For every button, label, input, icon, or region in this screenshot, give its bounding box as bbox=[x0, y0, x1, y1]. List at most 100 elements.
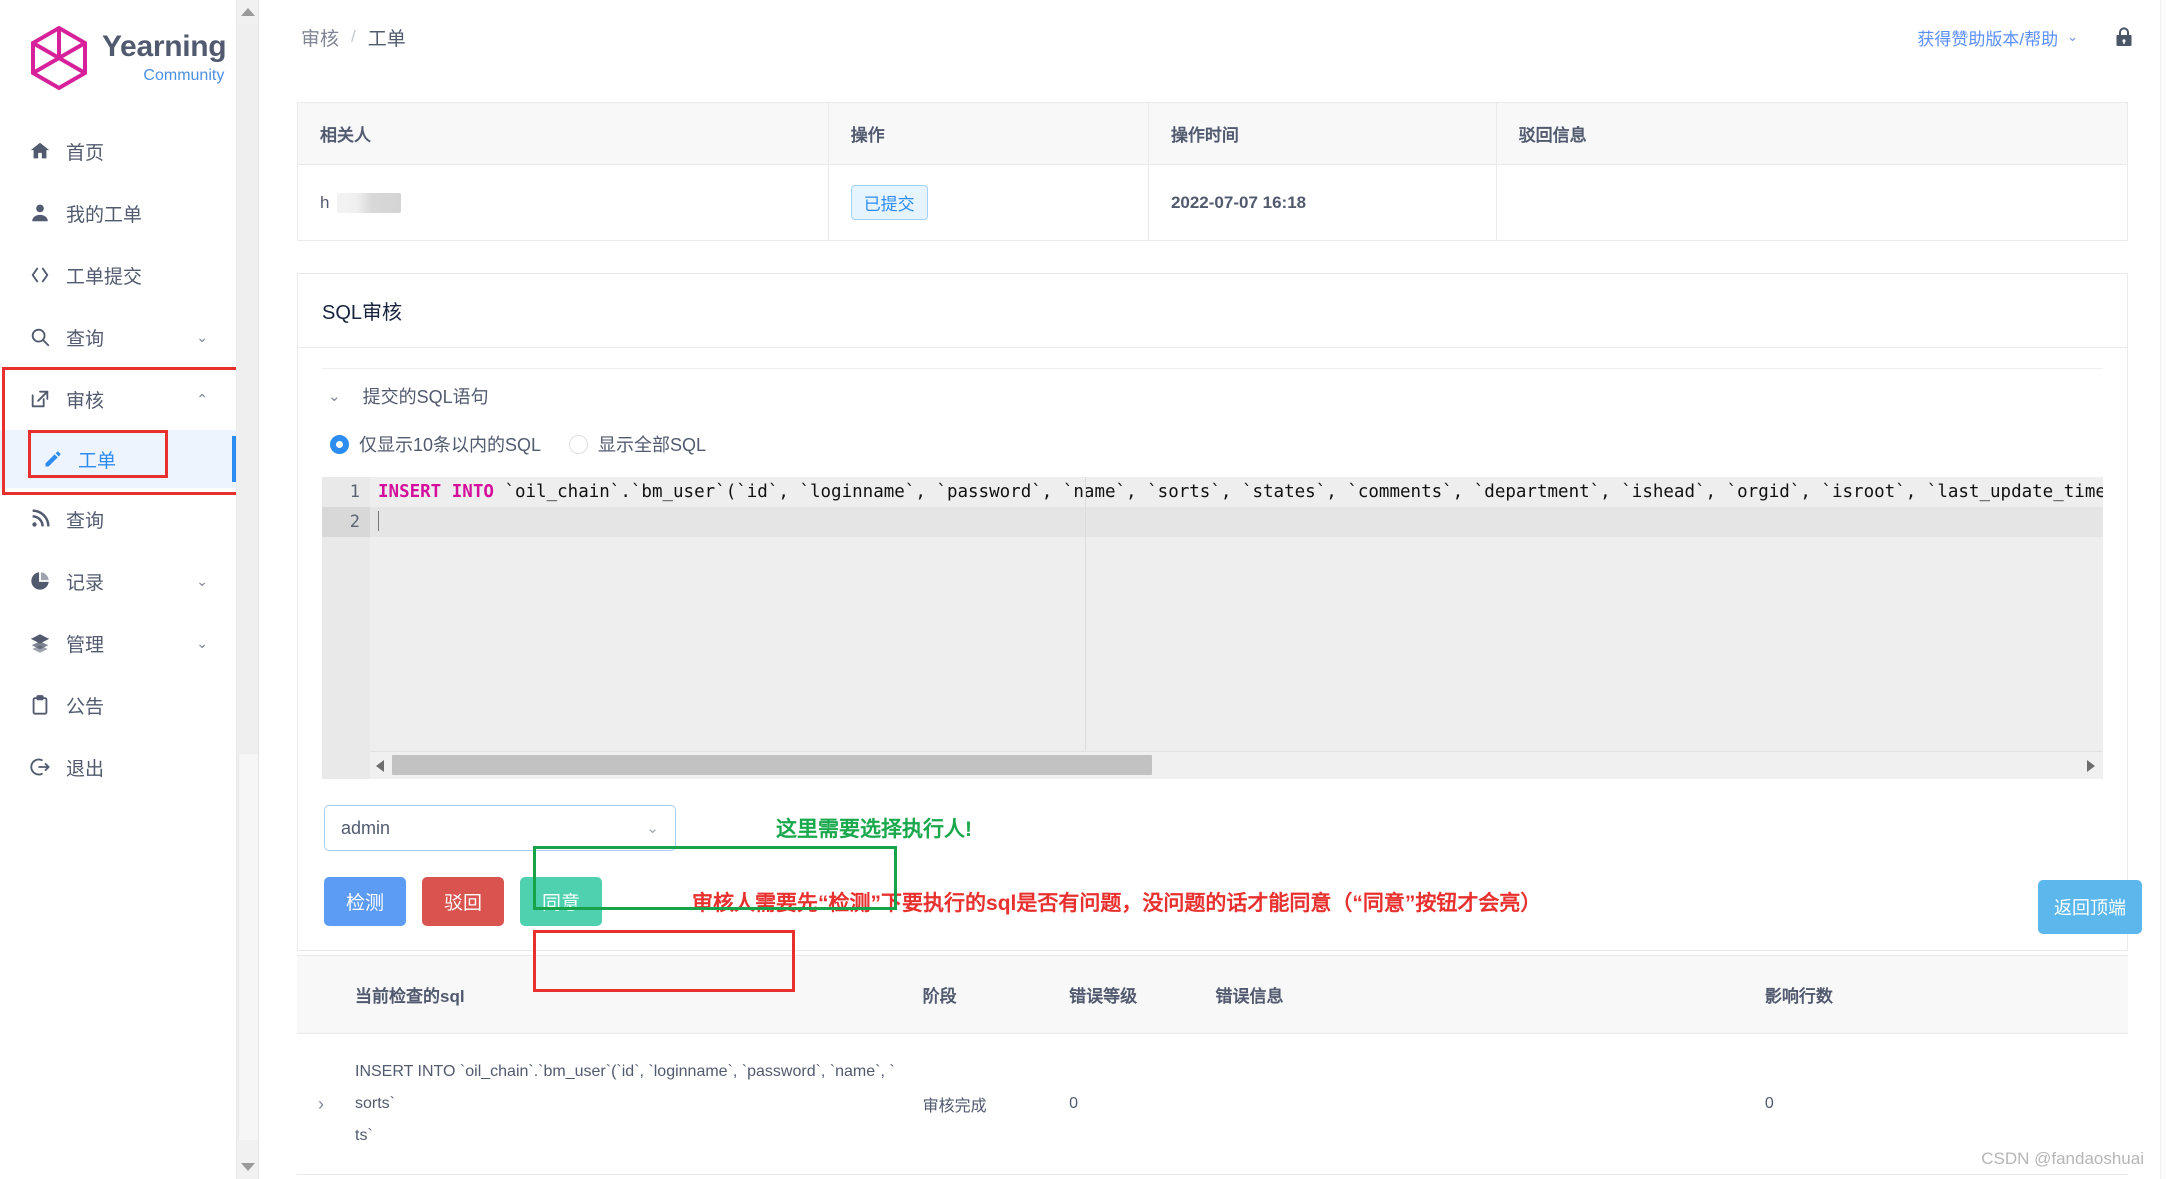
scroll-down-arrow-icon[interactable] bbox=[241, 1163, 255, 1171]
editor-gutter: 1 2 bbox=[322, 477, 370, 779]
brand-title: Yearning bbox=[102, 30, 227, 63]
sidebar-item-audit[interactable]: 审核 ⌃ bbox=[0, 368, 236, 430]
result-col-affected-rows: 影响行数 bbox=[1754, 955, 2128, 1034]
hexagon-cube-logo-icon bbox=[28, 25, 90, 91]
scroll-up-arrow-icon[interactable] bbox=[241, 8, 255, 16]
editor-column-guide bbox=[1085, 477, 1086, 751]
history-col-action: 操作 bbox=[828, 102, 1149, 165]
breadcrumb-parent[interactable]: 审核 bbox=[301, 24, 339, 51]
editor-code-area[interactable]: INSERT INTO `oil_chain`.`bm_user`(`id`, … bbox=[370, 477, 2103, 751]
reject-button[interactable]: 驳回 bbox=[422, 877, 505, 926]
result-col-sql: 当前检查的sql bbox=[345, 955, 913, 1034]
sidebar-item-label: 审核 bbox=[66, 390, 105, 412]
sponsor-help-menu[interactable]: 获得赞助版本/帮助 ⌄ bbox=[1917, 25, 2078, 50]
scroll-right-arrow-icon[interactable] bbox=[2087, 760, 2095, 772]
layers-icon bbox=[28, 631, 52, 655]
result-col-error-msg: 错误信息 bbox=[1205, 955, 1755, 1034]
result-cell-stage: 审核完成 bbox=[912, 1033, 1060, 1175]
status-badge: 已提交 bbox=[850, 185, 928, 220]
person-name-prefix: h bbox=[320, 192, 330, 212]
sidebar-item-submit-ticket[interactable]: 工单提交 bbox=[0, 244, 236, 306]
annotation-select-executor: 这里需要选择执行人! bbox=[776, 818, 972, 841]
history-cell-reject-info bbox=[1496, 164, 2129, 241]
top-bar-right: 获得赞助版本/帮助 ⌄ bbox=[1917, 24, 2136, 50]
text-caret bbox=[378, 511, 379, 531]
main-scrollbar[interactable] bbox=[2160, 0, 2166, 1179]
result-sql-text: INSERT INTO `oil_chain`.`bm_user`(`id`, … bbox=[355, 1063, 895, 1112]
sql-keyword: INSERT INTO bbox=[378, 482, 494, 502]
top-bar: 审核 / 工单 获得赞助版本/帮助 ⌄ bbox=[259, 0, 2166, 74]
sidebar-subitem-label: 工单 bbox=[78, 450, 117, 472]
table-row: h 已提交 2022-07-07 16:18 bbox=[297, 164, 2129, 241]
result-cell-error-msg bbox=[1205, 1033, 1755, 1175]
action-button-row: 检测 驳回 同意 审核人需要先“检测”下要执行的sql是否有问题，没问题的话才能… bbox=[322, 851, 2103, 950]
sidebar-nav: 首页 我的工单 工单提交 查询 ⌄ 审核 ⌃ 工单 查询 记录 ⌄ 管理 ⌄ 公… bbox=[0, 104, 236, 798]
sql-audit-panel-title: SQL审核 bbox=[298, 274, 2127, 348]
row-expander-icon[interactable]: › bbox=[297, 1033, 345, 1175]
radio-show-10-sql[interactable]: 仅显示10条以内的SQL bbox=[330, 431, 541, 457]
sidebar-item-home[interactable]: 首页 bbox=[0, 120, 236, 182]
editor-line-number: 2 bbox=[322, 507, 370, 537]
chevron-up-icon: ⌃ bbox=[196, 391, 208, 407]
result-col-stage: 阶段 bbox=[912, 955, 1060, 1034]
submitted-sql-collapse[interactable]: ⌄ 提交的SQL语句 bbox=[322, 368, 2103, 425]
result-col-expander bbox=[297, 955, 345, 1034]
history-cell-time: 2022-07-07 16:18 bbox=[1148, 164, 1497, 241]
radio-dot-icon bbox=[569, 434, 589, 454]
sidebar-item-label: 公告 bbox=[66, 696, 105, 718]
sidebar-item-label: 查询 bbox=[66, 328, 105, 350]
rss-icon bbox=[28, 507, 52, 531]
sidebar-item-query[interactable]: 查询 ⌄ bbox=[0, 306, 236, 368]
executor-select-value: admin bbox=[341, 817, 391, 838]
sql-audit-panel: SQL审核 ⌄ 提交的SQL语句 仅显示10条以内的SQL 显示全部SQL 1 … bbox=[297, 273, 2128, 951]
scroll-left-arrow-icon[interactable] bbox=[376, 760, 384, 772]
pie-chart-icon bbox=[28, 569, 52, 593]
logout-icon bbox=[28, 755, 52, 779]
radio-show-all-sql[interactable]: 显示全部SQL bbox=[569, 431, 706, 457]
breadcrumb: 审核 / 工单 bbox=[301, 24, 406, 51]
editor-code-line-1: INSERT INTO `oil_chain`.`bm_user`(`id`, … bbox=[370, 477, 2103, 507]
search-icon bbox=[28, 325, 52, 349]
history-col-reject-info: 驳回信息 bbox=[1496, 102, 2129, 165]
editor-code-line-2 bbox=[370, 507, 2103, 537]
sidebar-item-announcement[interactable]: 公告 bbox=[0, 674, 236, 736]
result-sql-text-tail: ts` bbox=[355, 1127, 373, 1144]
result-table-card: 当前检查的sql 阶段 错误等级 错误信息 影响行数 › INSERT INTO… bbox=[297, 955, 2128, 1175]
history-table: 相关人 操作 操作时间 驳回信息 h 已提交 2022-07-07 16:18 bbox=[297, 102, 2129, 241]
chevron-down-icon: ⌄ bbox=[196, 329, 208, 345]
radio-dot-selected-icon bbox=[330, 434, 349, 454]
table-row: › INSERT INTO `oil_chain`.`bm_user`(`id`… bbox=[297, 1033, 2128, 1175]
sidebar-item-management[interactable]: 管理 ⌄ bbox=[0, 612, 236, 674]
check-button[interactable]: 检测 bbox=[324, 877, 407, 926]
watermark: CSDN @fandaoshuai bbox=[1981, 1149, 2144, 1168]
editor-hscroll-thumb[interactable] bbox=[392, 755, 1152, 775]
app-root: Yearning Community 首页 我的工单 工单提交 查询 ⌄ 审核 … bbox=[0, 0, 2166, 1179]
sidebar-item-my-tickets[interactable]: 我的工单 bbox=[0, 182, 236, 244]
sidebar-item-query-rss[interactable]: 查询 bbox=[0, 488, 236, 550]
sql-display-radio-group: 仅显示10条以内的SQL 显示全部SQL bbox=[322, 425, 2103, 469]
sidebar-item-label: 管理 bbox=[66, 634, 105, 656]
sidebar-scrollbar-thumb[interactable] bbox=[238, 24, 258, 754]
executor-select[interactable]: admin ⌄ bbox=[324, 805, 676, 851]
brand-text: Yearning Community bbox=[102, 30, 227, 84]
clipboard-icon bbox=[28, 693, 52, 717]
back-to-top-button[interactable]: 返回顶端 bbox=[2038, 880, 2142, 934]
submitted-sql-collapse-label: 提交的SQL语句 bbox=[362, 387, 489, 407]
sidebar-item-records[interactable]: 记录 ⌄ bbox=[0, 550, 236, 612]
breadcrumb-current: 工单 bbox=[367, 28, 406, 50]
sidebar-scrollbar[interactable] bbox=[237, 0, 259, 1179]
agree-button[interactable]: 同意 bbox=[520, 877, 603, 926]
chevron-down-icon: ⌄ bbox=[196, 635, 208, 651]
sidebar-item-label: 查询 bbox=[66, 510, 105, 532]
editor-horizontal-scrollbar[interactable] bbox=[370, 751, 2103, 779]
sidebar-item-label: 记录 bbox=[66, 572, 105, 594]
history-cell-person: h bbox=[297, 164, 829, 241]
sidebar-item-logout[interactable]: 退出 bbox=[0, 736, 236, 798]
lock-icon[interactable] bbox=[2112, 24, 2136, 50]
sidebar-item-label: 工单提交 bbox=[66, 266, 143, 288]
chevron-down-icon: ⌄ bbox=[328, 388, 341, 405]
chevron-down-icon: ⌄ bbox=[2067, 29, 2078, 44]
sql-code-editor[interactable]: 1 2 INSERT INTO `oil_chain`.`bm_user`(`i… bbox=[322, 477, 2103, 779]
chevron-down-icon: ⌄ bbox=[196, 573, 208, 589]
sidebar-subitem-ticket[interactable]: 工单 bbox=[0, 430, 236, 488]
